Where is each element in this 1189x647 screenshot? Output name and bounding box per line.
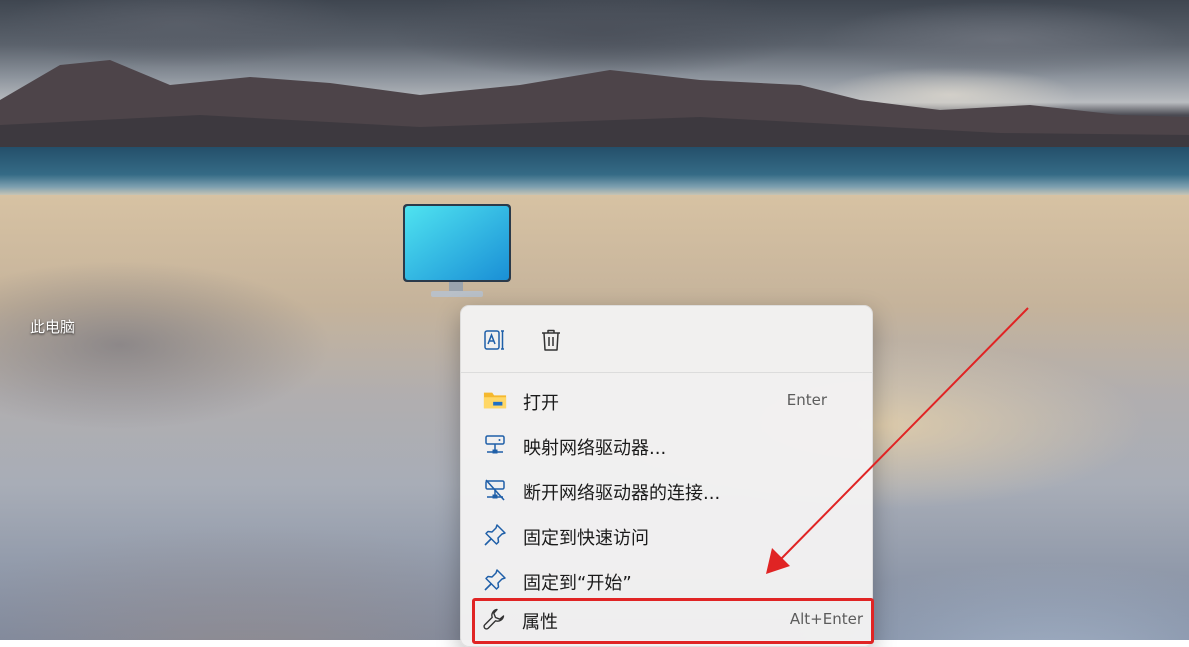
menu-item-disconnect-network-drive[interactable]: 断开网络驱动器的连接... — [473, 469, 871, 509]
menu-item-label: 断开网络驱动器的连接... — [523, 483, 721, 504]
menu-item-label: 固定到“开始” — [523, 573, 632, 594]
menu-item-label: 打开 — [523, 393, 559, 414]
pin-icon — [483, 568, 507, 592]
wallpaper-mountains — [0, 60, 1189, 150]
menu-item-shortcut: Alt+Enter — [789, 610, 863, 628]
rename-button[interactable] — [479, 324, 511, 356]
menu-item-label: 映射网络驱动器... — [523, 438, 667, 459]
folder-icon — [483, 388, 507, 412]
menu-item-properties[interactable]: 属性 Alt+Enter — [472, 598, 874, 644]
menu-item-pin-start[interactable]: 固定到“开始” — [473, 559, 871, 599]
disconnect-network-drive-icon — [483, 478, 507, 502]
delete-button[interactable] — [535, 324, 567, 356]
menu-item-label: 固定到快速访问 — [523, 528, 649, 549]
network-drive-icon — [483, 433, 507, 457]
menu-item-open[interactable]: 打开 Enter — [473, 379, 871, 419]
wallpaper-sea — [0, 147, 1189, 197]
context-menu: 打开 Enter 映射网络驱动器... 断开网络驱动器的连接... 固定到快速访… — [460, 305, 874, 647]
pin-icon — [483, 523, 507, 547]
wrench-icon — [482, 607, 506, 631]
desktop-icon-label: 此电脑 — [30, 318, 76, 336]
monitor-icon — [403, 204, 511, 297]
rename-icon — [484, 330, 504, 350]
menu-item-label: 属性 — [522, 612, 558, 633]
menu-item-map-network-drive[interactable]: 映射网络驱动器... — [473, 424, 871, 464]
menu-item-pin-quick-access[interactable]: 固定到快速访问 — [473, 514, 871, 554]
context-menu-quick-actions — [461, 306, 872, 373]
trash-icon — [542, 329, 560, 351]
menu-item-shortcut: Enter — [786, 391, 827, 409]
